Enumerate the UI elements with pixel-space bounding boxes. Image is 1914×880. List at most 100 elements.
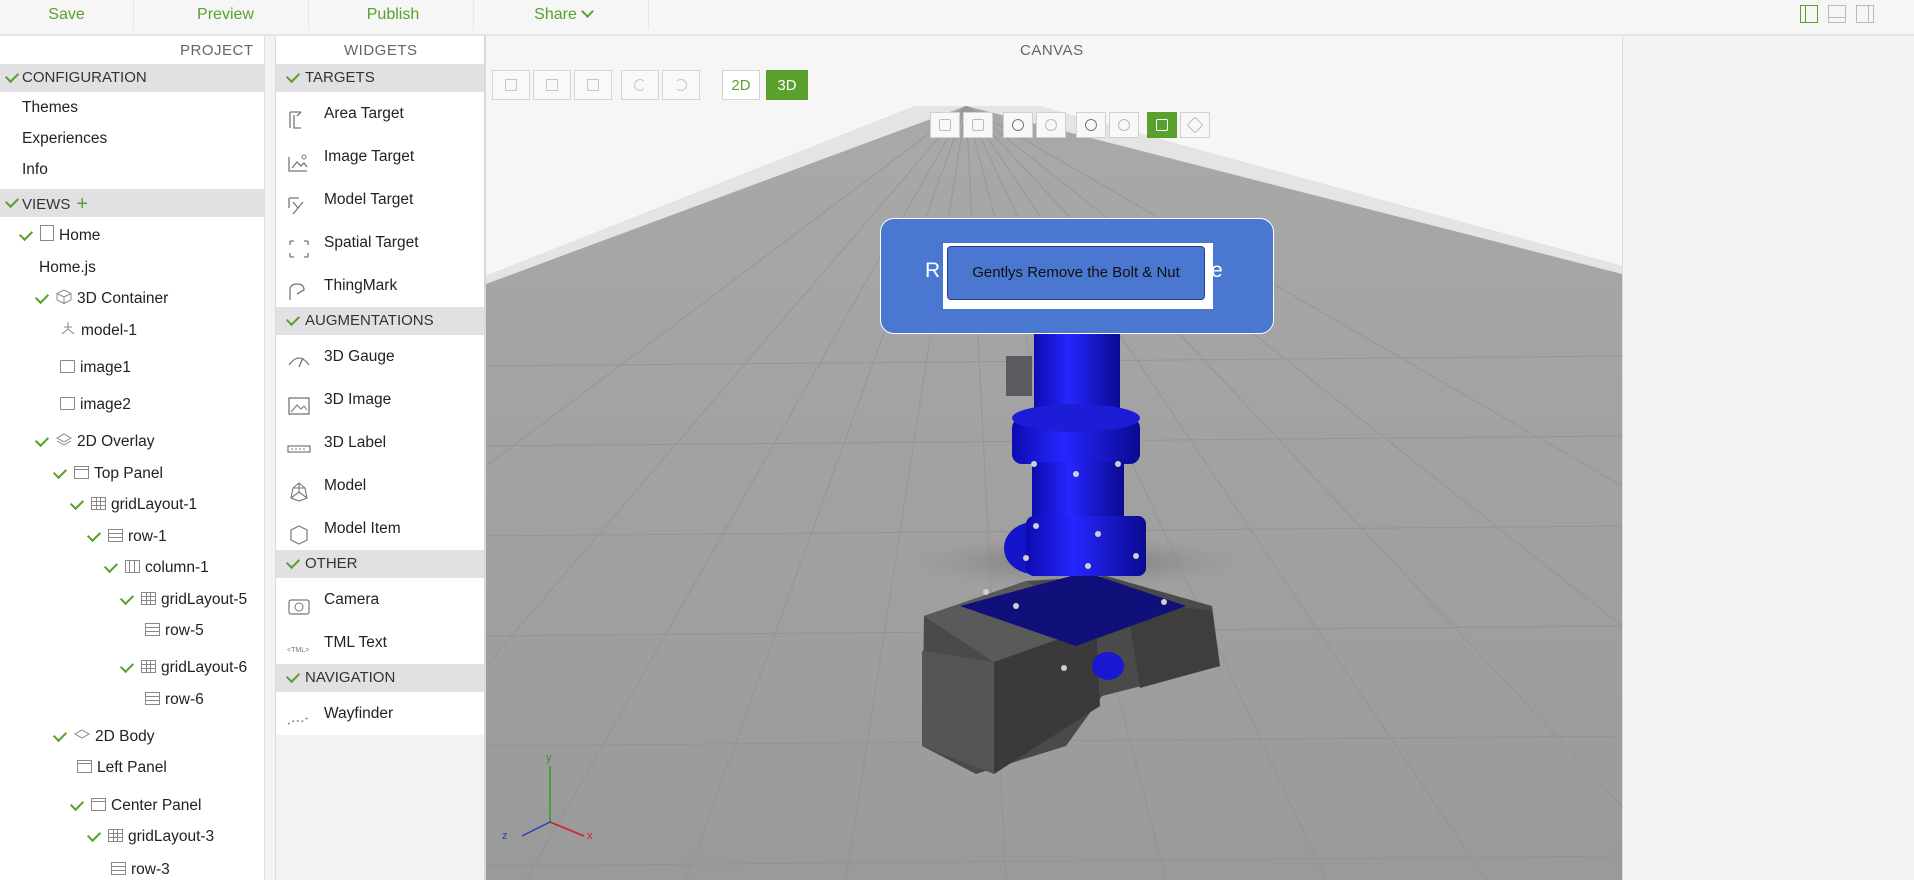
chevron-down-icon [103,558,119,574]
widget-spatial-target[interactable]: Spatial Target [276,221,484,264]
tree-item-left-panel[interactable]: Left Panel [77,757,167,779]
tree-item-row-3[interactable]: row-3 [111,859,170,880]
grid-icon [141,660,156,673]
chevron-down-icon [86,827,102,843]
tree-item-home[interactable]: Home [18,225,100,247]
camera-icon [287,590,311,615]
configuration-section-header[interactable]: CONFIGURATION [0,64,264,92]
widget-area-target[interactable]: Area Target [276,92,484,135]
tree-item-row-1[interactable]: row-1 [86,526,167,548]
tree-item-center-panel[interactable]: Center Panel [69,795,201,817]
wayfinder-icon [287,704,311,725]
widget-wayfinder[interactable]: Wayfinder [276,692,484,735]
widget-model[interactable]: Model [276,464,484,507]
widget-thingmark[interactable]: ThingMark [276,264,484,307]
widget-group-navigation[interactable]: NAVIGATION [276,664,484,692]
tree-item-row-5[interactable]: row-5 [145,620,204,642]
widget-group-augmentations[interactable]: AUGMENTATIONS [276,307,484,335]
panel-splitter[interactable] [264,36,276,880]
views-label: VIEWS [22,196,71,213]
image-icon [287,390,311,415]
tree-label: 2D Body [95,728,155,745]
widget-image-target[interactable]: Image Target [276,135,484,178]
preview-button[interactable]: Preview [143,0,309,30]
publish-button[interactable]: Publish [313,0,474,30]
config-item-label: Themes [22,99,78,116]
copy-button[interactable] [533,70,571,100]
tree-item-home-js[interactable]: Home.js [39,257,96,279]
mode-2d-button[interactable]: 2D [722,70,760,100]
remove-bolt-button[interactable]: Gentlys Remove the Bolt & Nut [943,243,1213,309]
widget-group-label: NAVIGATION [305,669,396,686]
tree-item-image2[interactable]: image2 [60,394,131,416]
widget-model-target[interactable]: Model Target [276,178,484,221]
focus-icon [1156,119,1168,131]
properties-pane [1622,36,1914,880]
widget-group-other[interactable]: OTHER [276,550,484,578]
remove-bolt-label: Gentlys Remove the Bolt & Nut [947,246,1205,300]
layout-left-panel-icon[interactable] [1800,5,1818,23]
tree-item-gridlayout-6[interactable]: gridLayout-6 [119,657,247,679]
view-copy-button[interactable] [963,112,993,138]
mode-2d-label: 2D [731,77,751,94]
show-button[interactable] [1109,112,1139,138]
config-item-experiences[interactable]: Experiences [0,123,264,154]
zoom-selected-button[interactable] [1036,112,1066,138]
cut-button[interactable] [492,70,530,100]
config-item-label: Info [22,161,48,178]
zoom-fit-button[interactable] [1003,112,1033,138]
config-item-label: Experiences [22,130,108,147]
tree-label: Home.js [39,259,96,276]
widget-label: 3D Image [324,391,392,408]
save-button[interactable]: Save [0,0,134,30]
widget-label: Image Target [324,148,415,165]
tree-item-2d-overlay[interactable]: 2D Overlay [34,431,155,453]
tree-item-top-panel[interactable]: Top Panel [52,463,163,485]
model-icon [287,476,311,502]
config-item-info[interactable]: Info [0,154,264,185]
widget-label: Model Target [324,191,414,208]
widget-3d-label[interactable]: 3D Label [276,421,484,464]
panel-icon [91,798,106,811]
redo-button[interactable] [662,70,700,100]
eye-off-icon [1085,119,1097,131]
3d-label-panel[interactable]: R e Gentlys Remove the Bolt & Nut [880,218,1274,334]
model-icon [61,322,75,335]
layout-bottom-panel-icon[interactable] [1828,5,1846,23]
widget-label: Camera [324,591,380,608]
widget-tml-text[interactable]: <TML> TML Text [276,621,484,664]
tree-item-gridlayout-5[interactable]: gridLayout-5 [119,589,247,611]
hide-button[interactable] [1076,112,1106,138]
widget-group-targets[interactable]: TARGETS [276,64,484,92]
view-cube-button[interactable] [930,112,960,138]
tree-item-model-1[interactable]: model-1 [60,320,137,342]
tree-item-3d-container[interactable]: 3D Container [34,288,168,310]
undo-button[interactable] [621,70,659,100]
focus-view-button[interactable] [1147,112,1177,138]
model-item-icon [287,519,311,545]
row-icon [111,862,126,875]
layers-view-button[interactable] [1180,112,1210,138]
config-item-themes[interactable]: Themes [0,92,264,123]
axis-z-label: z [502,830,508,842]
delete-button[interactable] [574,70,612,100]
column-icon [125,560,140,573]
widget-camera[interactable]: Camera [276,578,484,621]
redo-icon [675,79,687,91]
widget-model-item[interactable]: Model Item [276,507,484,550]
add-view-icon[interactable]: + [76,193,88,215]
tree-item-gridlayout-3[interactable]: gridLayout-3 [86,826,214,848]
mode-3d-button[interactable]: 3D [766,70,808,100]
tree-item-image1[interactable]: image1 [60,357,131,379]
tree-item-column-1[interactable]: column-1 [103,557,209,579]
views-section-header[interactable]: VIEWS + [0,189,264,217]
widget-3d-image[interactable]: 3D Image [276,378,484,421]
tree-item-row-6[interactable]: row-6 [145,689,204,711]
tree-item-2d-body[interactable]: 2D Body [52,726,155,748]
tree-label: image2 [80,396,131,413]
widget-3d-gauge[interactable]: 3D Gauge [276,335,484,378]
chevron-down-icon [4,193,20,209]
share-button[interactable]: Share [478,0,649,30]
layout-right-panel-icon[interactable] [1856,5,1874,23]
tree-item-gridlayout-1[interactable]: gridLayout-1 [69,494,197,516]
